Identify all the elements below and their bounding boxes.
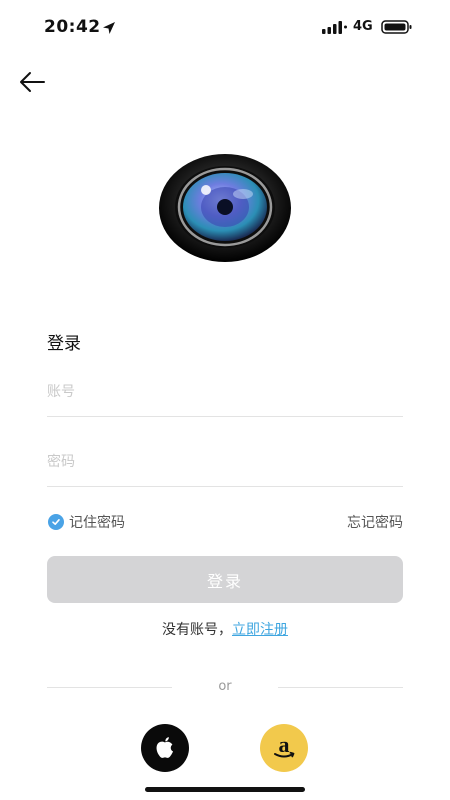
password-input[interactable] <box>47 437 403 486</box>
form-title: 登录 <box>47 334 81 354</box>
home-indicator <box>145 787 305 792</box>
register-prompt: 没有账号， <box>162 622 232 638</box>
divider-line-right <box>278 687 403 688</box>
remember-password-checkbox[interactable]: 记住密码 <box>48 512 125 532</box>
amazon-icon: a <box>274 733 295 758</box>
back-arrow-icon <box>20 72 45 92</box>
battery-icon <box>381 20 412 34</box>
svg-text:a: a <box>279 733 290 757</box>
location-arrow-icon <box>103 22 115 34</box>
apple-icon <box>156 737 173 758</box>
status-time: 20:42 <box>44 17 101 37</box>
password-field <box>47 437 403 487</box>
back-button[interactable] <box>14 68 50 96</box>
account-input[interactable] <box>47 367 403 416</box>
account-field <box>47 367 403 417</box>
check-circle-icon <box>48 514 64 530</box>
network-type: 4G <box>353 19 373 34</box>
login-button[interactable]: 登录 <box>47 556 403 603</box>
signal-icon <box>322 21 347 34</box>
register-link[interactable]: 立即注册 <box>232 622 288 638</box>
forgot-password-link[interactable]: 忘记密码 <box>347 512 403 532</box>
status-bar: 20:42 4G <box>0 0 450 54</box>
remember-password-label: 记住密码 <box>69 515 125 531</box>
amazon-login-button[interactable]: a <box>260 724 308 772</box>
apple-login-button[interactable] <box>141 724 189 772</box>
register-row: 没有账号，立即注册 <box>0 619 450 639</box>
camera-lens-icon <box>159 154 291 262</box>
